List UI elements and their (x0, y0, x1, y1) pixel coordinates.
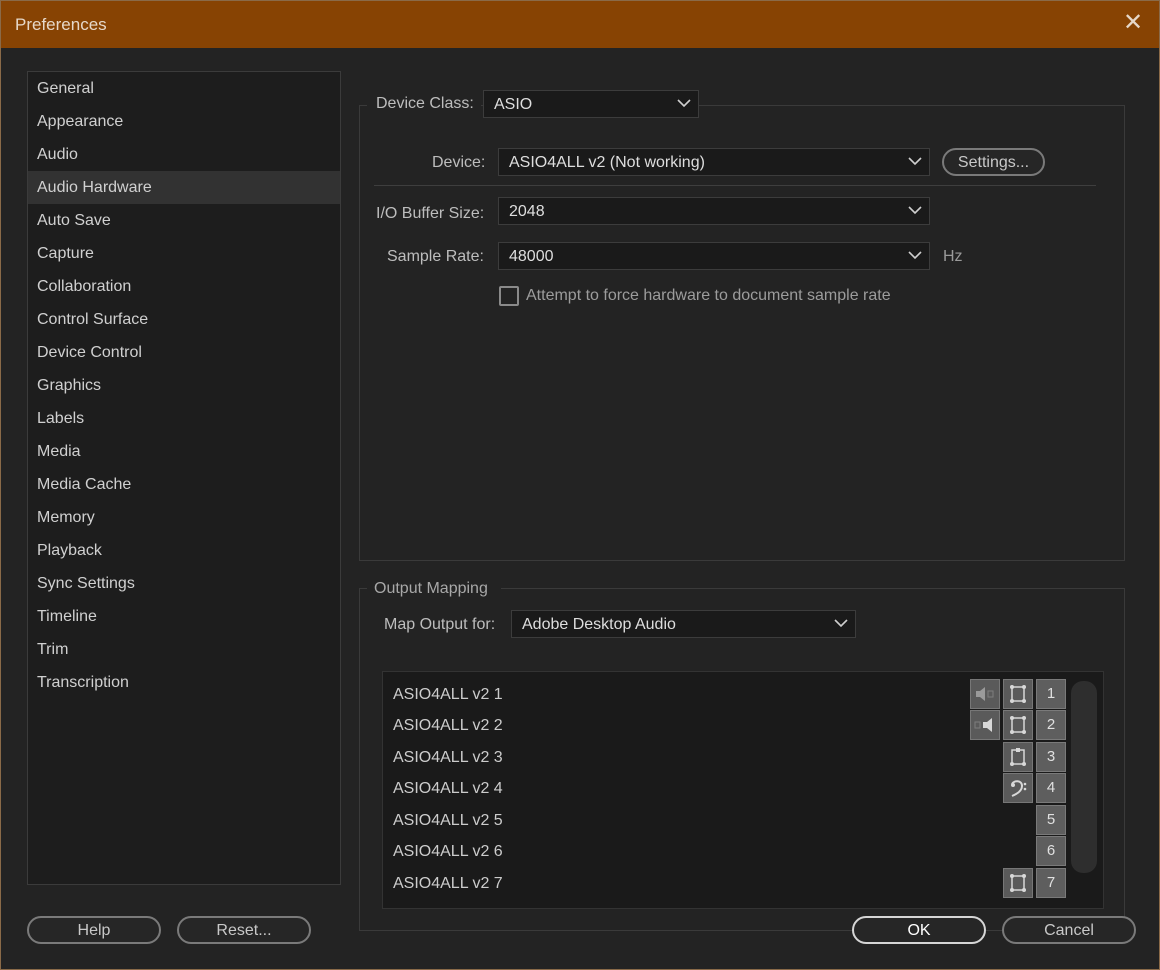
chevron-down-icon (908, 157, 922, 166)
sidebar-item-labels[interactable]: Labels (28, 402, 340, 435)
sidebar-item-transcription[interactable]: Transcription (28, 666, 340, 699)
channel-name: ASIO4ALL v2 6 (393, 843, 503, 860)
map-output-value: Adobe Desktop Audio (522, 616, 676, 633)
surround-icon[interactable] (1003, 710, 1033, 740)
surround-icon[interactable] (1003, 742, 1033, 772)
sidebar-item-appearance[interactable]: Appearance (28, 105, 340, 138)
device-value: ASIO4ALL v2 (Not working) (509, 154, 705, 171)
sidebar-item-audio-hardware[interactable]: Audio Hardware (28, 171, 340, 204)
sidebar-item-audio[interactable]: Audio (28, 138, 340, 171)
sidebar-item-capture[interactable]: Capture (28, 237, 340, 270)
force-sample-rate-checkbox[interactable] (499, 286, 519, 306)
mapping-scrollbar[interactable] (1071, 681, 1097, 873)
sidebar-item-media[interactable]: Media (28, 435, 340, 468)
channel-number-button[interactable]: 7 (1036, 868, 1066, 898)
sidebar-item-collaboration[interactable]: Collaboration (28, 270, 340, 303)
settings-button[interactable]: Settings... (942, 148, 1045, 176)
channel-number-button[interactable]: 1 (1036, 679, 1066, 709)
channel-number-button[interactable]: 3 (1036, 742, 1066, 772)
channel-number-button[interactable]: 5 (1036, 805, 1066, 835)
sidebar-item-graphics[interactable]: Graphics (28, 369, 340, 402)
sidebar-item-memory[interactable]: Memory (28, 501, 340, 534)
device-label: Device: (432, 154, 486, 171)
channel-number-button[interactable]: 4 (1036, 773, 1066, 803)
channel-name: ASIO4ALL v2 1 (393, 686, 503, 703)
preferences-dialog: Preferences ✕ General Appearance Audio A… (0, 0, 1160, 970)
help-button[interactable]: Help (27, 916, 161, 944)
sidebar-item-device-control[interactable]: Device Control (28, 336, 340, 369)
cancel-button[interactable]: Cancel (1002, 916, 1136, 944)
chevron-down-icon (677, 99, 691, 108)
channel-name: ASIO4ALL v2 2 (393, 717, 503, 734)
window-title: Preferences (15, 15, 107, 34)
output-mapping-title: Output Mapping (374, 580, 488, 597)
sidebar-item-sync-settings[interactable]: Sync Settings (28, 567, 340, 600)
sidebar-item-auto-save[interactable]: Auto Save (28, 204, 340, 237)
chevron-down-icon (908, 206, 922, 215)
channel-name: ASIO4ALL v2 4 (393, 780, 503, 797)
chevron-down-icon (834, 619, 848, 628)
sidebar-item-timeline[interactable]: Timeline (28, 600, 340, 633)
sidebar-item-control-surface[interactable]: Control Surface (28, 303, 340, 336)
reset-button[interactable]: Reset... (177, 916, 311, 944)
sample-rate-unit: Hz (943, 248, 963, 265)
channel-name: ASIO4ALL v2 7 (393, 875, 503, 892)
device-class-value: ASIO (494, 96, 533, 113)
ok-button[interactable]: OK (852, 916, 986, 944)
chevron-down-icon (908, 251, 922, 260)
bass-clef-icon[interactable] (1003, 773, 1033, 803)
channel-name: ASIO4ALL v2 3 (393, 749, 503, 766)
speaker-right-icon[interactable] (970, 710, 1000, 740)
channel-mapping-list: ASIO4ALL v2 1 ASIO4ALL v2 2 ASIO4ALL v2 … (382, 671, 1104, 909)
sample-rate-value: 48000 (509, 248, 554, 265)
force-sample-rate-label[interactable]: Attempt to force hardware to document sa… (526, 287, 891, 305)
buffer-size-value: 2048 (509, 203, 545, 220)
map-output-dropdown[interactable]: Adobe Desktop Audio (511, 610, 856, 638)
map-output-label: Map Output for: (384, 616, 496, 633)
device-class-label: Device Class: (376, 95, 474, 112)
preferences-sidebar: General Appearance Audio Audio Hardware … (27, 71, 341, 885)
channel-name: ASIO4ALL v2 5 (393, 812, 503, 829)
speaker-left-icon[interactable] (970, 679, 1000, 709)
buffer-size-label: I/O Buffer Size: (376, 205, 485, 222)
sidebar-item-media-cache[interactable]: Media Cache (28, 468, 340, 501)
sidebar-item-general[interactable]: General (28, 72, 340, 105)
device-class-dropdown[interactable]: ASIO (483, 90, 699, 118)
channel-number-button[interactable]: 2 (1036, 710, 1066, 740)
surround-icon[interactable] (1003, 679, 1033, 709)
divider (374, 185, 1096, 186)
surround-icon[interactable] (1003, 868, 1033, 898)
sidebar-item-trim[interactable]: Trim (28, 633, 340, 666)
channel-number-button[interactable]: 6 (1036, 836, 1066, 866)
close-icon[interactable]: ✕ (1121, 10, 1145, 36)
buffer-size-dropdown[interactable]: 2048 (498, 197, 930, 225)
device-dropdown[interactable]: ASIO4ALL v2 (Not working) (498, 148, 930, 176)
sample-rate-dropdown[interactable]: 48000 (498, 242, 930, 270)
sidebar-item-playback[interactable]: Playback (28, 534, 340, 567)
title-bar[interactable]: Preferences ✕ (1, 1, 1159, 48)
sample-rate-label: Sample Rate: (387, 248, 484, 265)
